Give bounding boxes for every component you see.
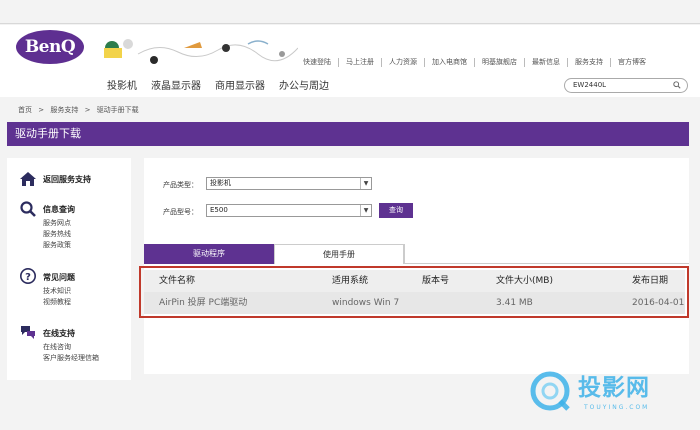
col-file-size: 文件大小(MB) <box>496 276 553 286</box>
link-join-ecommerce[interactable]: 加入电商馆 <box>425 58 475 67</box>
sidebar-info-title[interactable]: 信息查询 <box>43 204 75 215</box>
col-version: 版本号 <box>422 276 450 286</box>
product-type-label: 产品类型： <box>163 181 198 189</box>
link-hr[interactable]: 人力资源 <box>382 58 425 67</box>
search-input[interactable]: EW2440L <box>564 78 688 93</box>
search-value: EW2440L <box>573 81 607 89</box>
svg-text:?: ? <box>25 272 31 283</box>
tab-manuals[interactable]: 使用手册 <box>274 244 404 264</box>
col-release-date: 发布日期 <box>632 276 669 286</box>
main-content: 产品类型： 投影机 ▼ 产品型号： E500 ▼ 查询 驱动程序 使用手册 <box>144 158 689 374</box>
benq-logo[interactable]: BenQ <box>16 30 84 64</box>
sidebar-item-service-policy[interactable]: 服务政策 <box>43 240 71 251</box>
breadcrumb-current: 驱动手册下载 <box>96 106 139 114</box>
downloads-table: 文件名称 适用系统 版本号 文件大小(MB) 发布日期 AirPin 投屏 PC… <box>144 268 685 316</box>
query-button[interactable]: 查询 <box>379 203 413 218</box>
question-icon: ? <box>20 268 36 284</box>
breadcrumb: 首页 > 服务支持 > 驱动手册下载 <box>18 105 143 115</box>
watermark-subtext: TOUYING.COM <box>584 404 650 411</box>
product-type-value: 投影机 <box>210 179 231 187</box>
watermark-logo-icon <box>530 371 570 411</box>
chat-icon <box>21 326 35 339</box>
cell-file-name[interactable]: AirPin 投屏 PC端驱动 <box>159 292 247 314</box>
tab-drivers[interactable]: 驱动程序 <box>144 244 274 264</box>
col-file-name: 文件名称 <box>159 276 196 286</box>
link-service-support[interactable]: 服务支持 <box>568 58 611 67</box>
sidebar-online-title[interactable]: 在线支持 <box>43 328 75 339</box>
breadcrumb-service[interactable]: 服务支持 <box>50 106 78 114</box>
top-links: 快速登陆 马上注册 人力资源 加入电商馆 明基旗舰店 最新信息 服务支持 官方博… <box>303 58 653 67</box>
breadcrumb-sep: > <box>84 106 91 114</box>
sidebar-item-service-outlets[interactable]: 服务网点 <box>43 218 71 229</box>
table-header: 文件名称 适用系统 版本号 文件大小(MB) 发布日期 <box>144 270 685 292</box>
link-flagship-store[interactable]: 明基旗舰店 <box>475 58 525 67</box>
tab-divider <box>404 244 405 264</box>
product-model-value: E500 <box>210 206 228 214</box>
cell-release-date: 2016-04-01 <box>632 298 685 308</box>
cell-file-size: 3.41 MB <box>496 298 533 308</box>
nav-commercial-display[interactable]: 商用显示器 <box>215 77 265 92</box>
decorative-banner-illustration <box>98 34 298 68</box>
sidebar-item-service-hotline[interactable]: 服务热线 <box>43 229 71 240</box>
col-os: 适用系统 <box>332 276 369 286</box>
sidebar-faq-title[interactable]: 常见问题 <box>43 272 75 283</box>
cell-os: windows Win 7 <box>332 298 400 308</box>
table-row[interactable]: AirPin 投屏 PC端驱动 windows Win 7 3.41 MB 20… <box>144 292 685 314</box>
link-quick-login[interactable]: 快速登陆 <box>303 58 339 67</box>
page-title: 驱动手册下载 <box>7 122 689 146</box>
chevron-down-icon[interactable]: ▼ <box>360 205 371 216</box>
link-register[interactable]: 马上注册 <box>339 58 382 67</box>
tab-bar: 驱动程序 使用手册 <box>144 244 689 264</box>
watermark: 投影网 TOUYING.COM <box>526 366 686 424</box>
nav-lcd-monitor[interactable]: 液晶显示器 <box>151 77 201 92</box>
product-type-select[interactable]: 投影机 ▼ <box>206 177 372 190</box>
search-icon <box>20 201 36 217</box>
main-nav: 投影机 液晶显示器 商用显示器 办公与周边 <box>107 77 329 92</box>
chevron-down-icon[interactable]: ▼ <box>360 178 371 189</box>
product-model-select[interactable]: E500 ▼ <box>206 204 372 217</box>
nav-projector[interactable]: 投影机 <box>107 77 137 92</box>
link-official-blog[interactable]: 官方博客 <box>611 58 653 67</box>
nav-office-peripherals[interactable]: 办公与周边 <box>279 77 329 92</box>
watermark-text: 投影网 <box>578 375 650 401</box>
sidebar-item-video-tutorials[interactable]: 视频教程 <box>43 297 71 308</box>
breadcrumb-home[interactable]: 首页 <box>18 106 32 114</box>
sidebar-item-tech-knowledge[interactable]: 技术知识 <box>43 286 71 297</box>
home-icon <box>20 172 36 186</box>
search-icon[interactable] <box>673 81 681 89</box>
sidebar-item-online-consult[interactable]: 在线咨询 <box>43 342 71 353</box>
browser-top-strip <box>0 0 700 24</box>
sidebar-return-label[interactable]: 返回服务支持 <box>43 174 91 185</box>
link-news[interactable]: 最新信息 <box>525 58 568 67</box>
product-model-label: 产品型号： <box>163 208 198 216</box>
sidebar-item-manager-mailbox[interactable]: 客户服务经理信箱 <box>43 353 99 364</box>
sidebar: 返回服务支持 信息查询 服务网点 服务热线 服务政策 ? 常见问题 技术知识 视… <box>7 158 131 380</box>
breadcrumb-sep: > <box>38 106 45 114</box>
page: BenQ 投影机 液晶显示器 商用显示器 办公与周边 快速登陆 马上注册 人力资… <box>0 0 700 430</box>
